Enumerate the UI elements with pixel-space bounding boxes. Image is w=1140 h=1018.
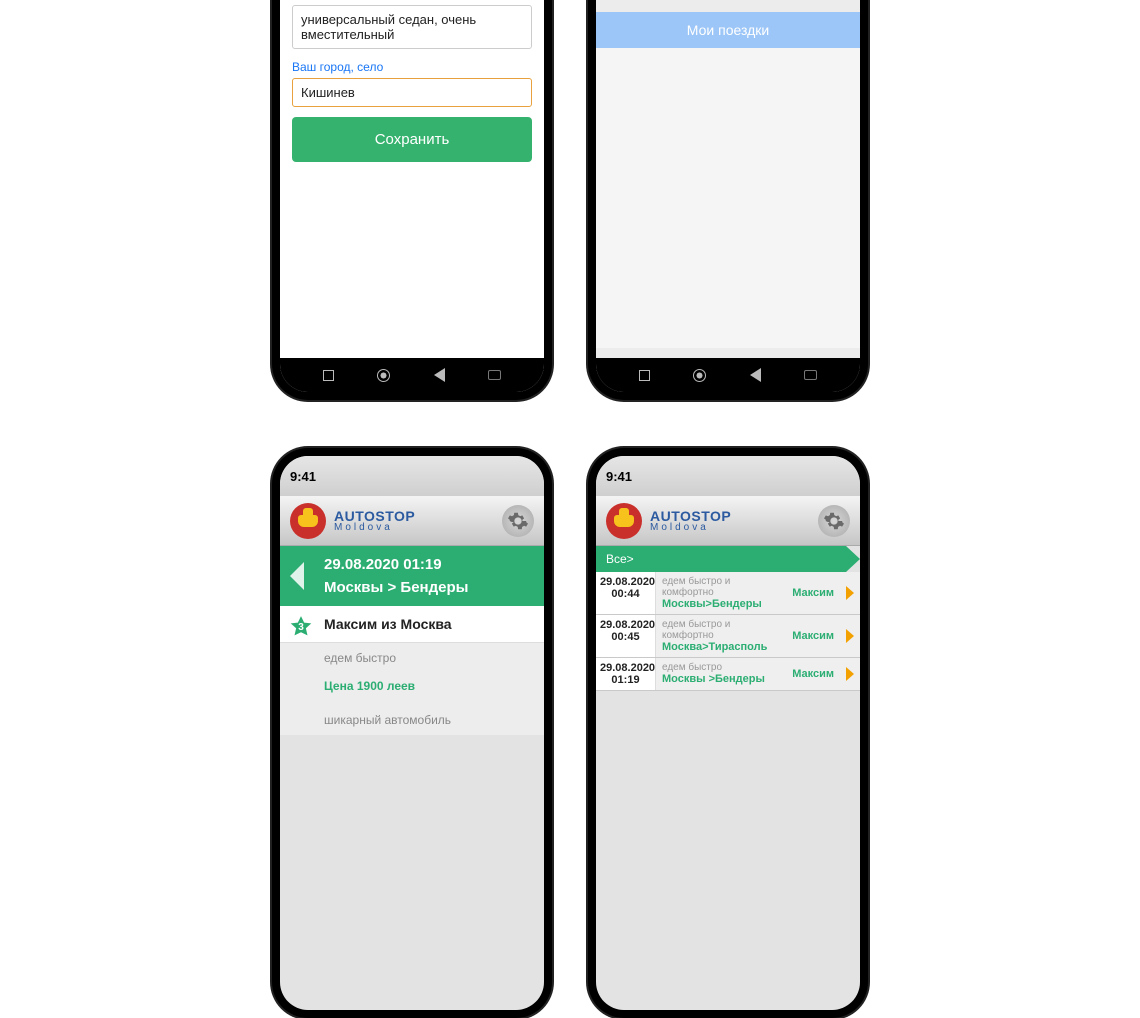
time: 00:44 [600, 588, 651, 600]
app-header: AUTOSTOP Moldova [596, 496, 860, 546]
driver-name: Максим [786, 668, 840, 680]
subtitle: едем быстро [662, 662, 780, 673]
city-group: Ваш город, село [292, 60, 532, 107]
cast-icon[interactable] [488, 370, 501, 380]
status-time: 9:41 [606, 469, 850, 484]
chevron-right-icon [840, 615, 860, 657]
trip-route: Москвы > Бендеры [324, 579, 532, 596]
logo-icon [606, 503, 642, 539]
brand-line1: AUTOSTOP [334, 509, 415, 523]
screen: Ваш телефон * Ваш язык Rom Rus Rus/Rom О… [280, 0, 544, 392]
route: Москвы >Бендеры [662, 673, 780, 685]
trip-datetime: 29.08.2020 01:19 [324, 556, 532, 573]
car-input[interactable]: универсальный седан, очень вместительный [292, 5, 532, 49]
list-item[interactable]: 29.08.2020 00:45 едем быстро и комфортно… [596, 615, 860, 658]
mid-col: едем быстро Москвы >Бендеры [656, 658, 786, 690]
cast-icon[interactable] [804, 370, 817, 380]
date: 29.08.2020 [600, 662, 651, 674]
brand: AUTOSTOP Moldova [650, 509, 731, 533]
save-button[interactable]: Сохранить [292, 117, 532, 162]
car-group: Опишите Ваш автомобиль универсальный сед… [292, 0, 532, 54]
trip-header[interactable]: 29.08.2020 01:19 Москвы > Бендеры [280, 546, 544, 606]
phone-home: ✚ Создать поездку Autostop Moldova объед… [588, 0, 868, 400]
recent-icon[interactable] [323, 370, 334, 381]
back-icon[interactable] [750, 368, 761, 382]
subtitle: едем быстро и комфортно [662, 619, 780, 641]
home-icon[interactable] [693, 369, 706, 382]
time: 00:45 [600, 631, 651, 643]
driver-name: Максим [786, 630, 840, 642]
brand-line2: Moldova [650, 523, 731, 533]
route: Москва>Тирасполь [662, 641, 780, 653]
time: 01:19 [600, 674, 651, 686]
settings-button[interactable] [818, 505, 850, 537]
chevron-right-icon [840, 658, 860, 690]
blank-area [596, 48, 860, 348]
gear-icon [507, 510, 529, 532]
home-icon[interactable] [377, 369, 390, 382]
city-input[interactable] [292, 78, 532, 107]
driver-name: Максим [786, 587, 840, 599]
list-item[interactable]: 29.08.2020 01:19 едем быстро Москвы >Бен… [596, 658, 860, 691]
route: Москвы>Бендеры [662, 598, 780, 610]
status-bar: 9:41 [280, 456, 544, 496]
chevron-right-icon [840, 572, 860, 614]
phone-profile-form: Ваш телефон * Ваш язык Rom Rus Rus/Rom О… [272, 0, 552, 400]
driver-name: Максим из Москва [324, 616, 452, 632]
android-nav [596, 358, 860, 392]
mid-col: едем быстро и комфортно Москва>Тирасполь [656, 615, 786, 657]
settings-button[interactable] [502, 505, 534, 537]
screen: 9:41 AUTOSTOP Moldova 29.08.2020 01:19 М… [280, 456, 544, 1010]
phone-trip-list: 9:41 AUTOSTOP Moldova Все> 29.08.2020 00… [588, 448, 868, 1018]
phone-trip-detail: 9:41 AUTOSTOP Moldova 29.08.2020 01:19 М… [272, 448, 552, 1018]
filter-all-button[interactable]: Все> [596, 546, 860, 572]
trip-price: Цена 1900 леев [280, 673, 544, 703]
date-col: 29.08.2020 00:45 [596, 615, 656, 657]
screen: 9:41 AUTOSTOP Moldova Все> 29.08.2020 00… [596, 456, 860, 1010]
city-label: Ваш город, село [292, 60, 532, 74]
app-header: AUTOSTOP Moldova [280, 496, 544, 546]
car-note: шикарный автомобиль [280, 703, 544, 735]
date-col: 29.08.2020 00:44 [596, 572, 656, 614]
star-icon: 3 [288, 614, 314, 640]
mid-col: едем быстро и комфортно Москвы>Бендеры [656, 572, 786, 614]
chevron-left-icon [290, 562, 304, 590]
list-item[interactable]: 29.08.2020 00:44 едем быстро и комфортно… [596, 572, 860, 615]
brand-line1: AUTOSTOP [650, 509, 731, 523]
gear-icon [823, 510, 845, 532]
date-col: 29.08.2020 01:19 [596, 658, 656, 690]
car-label: Опишите Ваш автомобиль [292, 0, 532, 1]
back-icon[interactable] [434, 368, 445, 382]
status-time: 9:41 [290, 469, 534, 484]
date: 29.08.2020 [600, 576, 651, 588]
trip-note: едем быстро [280, 643, 544, 673]
android-nav [280, 358, 544, 392]
recent-icon[interactable] [639, 370, 650, 381]
status-bar: 9:41 [596, 456, 860, 496]
profile-form: Ваш телефон * Ваш язык Rom Rus Rus/Rom О… [280, 0, 544, 178]
subtitle: едем быстро и комфортно [662, 576, 780, 598]
my-trips-button[interactable]: Мои поездки [596, 12, 860, 48]
rating-value: 3 [288, 614, 314, 640]
brand: AUTOSTOP Moldova [334, 509, 415, 533]
date: 29.08.2020 [600, 619, 651, 631]
brand-line2: Moldova [334, 523, 415, 533]
screen: ✚ Создать поездку Autostop Moldova объед… [596, 0, 860, 392]
logo-icon [290, 503, 326, 539]
driver-row[interactable]: 3 Максим из Москва [280, 606, 544, 643]
